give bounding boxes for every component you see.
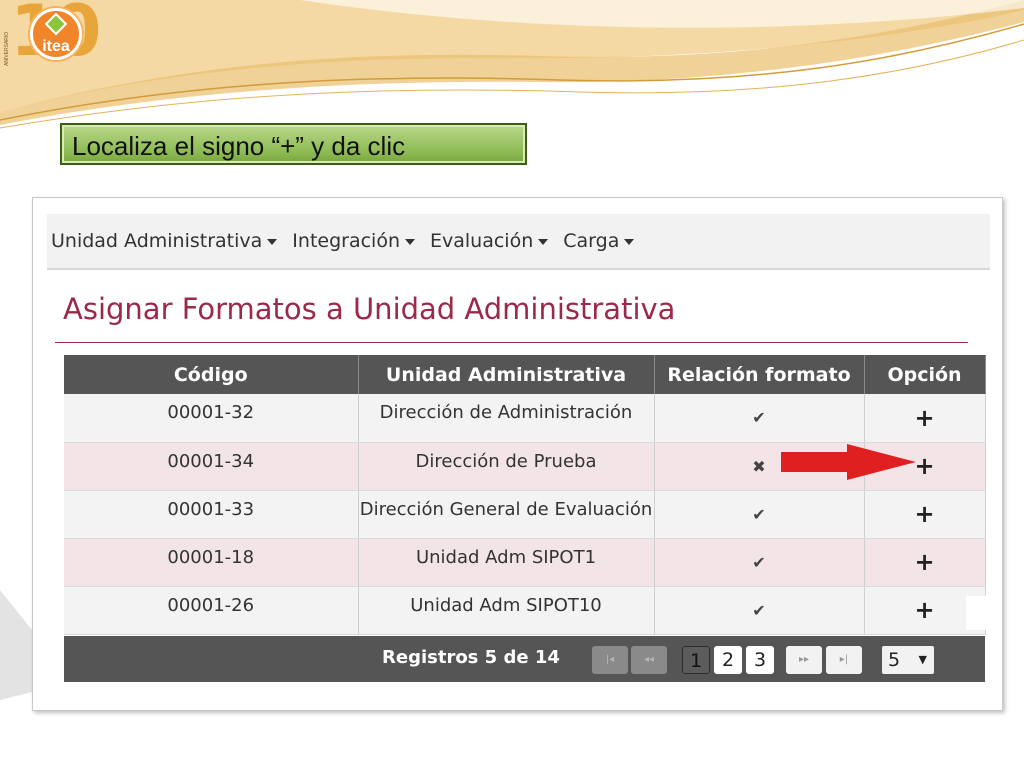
add-format-button[interactable]: + <box>914 404 934 432</box>
cell-unit: Dirección General de Evaluación <box>358 490 655 539</box>
nav-integracion[interactable]: Integración <box>292 230 415 252</box>
cell-unit: Dirección de Prueba <box>358 442 655 491</box>
cell-code: 00001-34 <box>64 442 359 491</box>
table-header-row: Código Unidad Administrativa Relación fo… <box>64 355 986 394</box>
rows-per-page-select[interactable]: 5 ▼ <box>882 646 934 674</box>
cell-unit: Dirección de Administración <box>358 394 655 443</box>
page-3-button[interactable]: 3 <box>746 646 774 674</box>
nav-label: Unidad Administrativa <box>51 230 263 252</box>
nav-label: Carga <box>563 230 620 252</box>
nav-carga[interactable]: Carga <box>563 230 635 252</box>
column-header-relacion[interactable]: Relación formato <box>654 355 865 394</box>
add-format-button[interactable]: + <box>914 500 934 528</box>
add-format-button[interactable]: + <box>914 548 934 576</box>
table-row: 00001-33 Dirección General de Evaluación… <box>64 490 986 539</box>
instruction-label: Localiza el signo “+” y da clic <box>60 123 527 165</box>
nav-evaluacion[interactable]: Evaluación <box>430 230 549 252</box>
caret-down-icon <box>267 238 278 245</box>
check-icon: ✔ <box>752 600 766 620</box>
table-pager: Registros 5 de 14 |◂ ◂◂ 1 2 3 ▸▸ ▸| 5 ▼ <box>64 636 985 682</box>
rows-per-page-value: 5 <box>888 649 901 671</box>
top-navbar: Unidad Administrativa Integración Evalua… <box>47 214 990 270</box>
caret-down-icon <box>624 238 635 245</box>
cross-icon: ✖ <box>752 456 766 476</box>
cell-option: + <box>864 490 986 539</box>
itea-logo: 10 itea ANIVERSARIO <box>4 0 101 66</box>
add-format-button[interactable]: + <box>914 452 934 480</box>
column-header-unidad[interactable]: Unidad Administrativa <box>358 355 655 394</box>
cell-option: + <box>864 538 986 587</box>
last-page-button[interactable]: ▸| <box>826 646 862 674</box>
cell-code: 00001-18 <box>64 538 359 587</box>
cell-relation: ✔ <box>654 490 865 539</box>
page-1-button[interactable]: 1 <box>682 646 710 674</box>
check-icon: ✔ <box>752 552 766 572</box>
cover-patch <box>966 596 986 630</box>
records-count: Registros 5 de 14 <box>382 647 560 668</box>
caret-down-icon <box>405 238 415 245</box>
next-page-button[interactable]: ▸▸ <box>786 646 822 674</box>
table-row: 00001-18 Unidad Adm SIPOT1 ✔ + <box>64 538 986 587</box>
formats-table: Código Unidad Administrativa Relación fo… <box>64 355 986 635</box>
red-arrow-icon <box>781 444 916 480</box>
app-screenshot-panel: Unidad Administrativa Integración Evalua… <box>32 197 1003 711</box>
cell-unit: Unidad Adm SIPOT10 <box>358 586 655 635</box>
check-icon: ✔ <box>752 504 766 524</box>
nav-unidad-administrativa[interactable]: Unidad Administrativa <box>51 230 278 252</box>
check-icon: ✔ <box>752 408 766 428</box>
cell-relation: ✔ <box>654 394 865 443</box>
table-row: 00001-26 Unidad Adm SIPOT10 ✔ + <box>64 586 986 635</box>
column-header-opcion[interactable]: Opción <box>864 355 986 394</box>
title-divider <box>55 342 968 343</box>
dropdown-arrow-icon: ▼ <box>918 653 927 666</box>
first-page-button[interactable]: |◂ <box>592 646 628 674</box>
caret-down-icon <box>538 238 549 245</box>
column-header-codigo[interactable]: Código <box>64 355 359 394</box>
cell-relation: ✔ <box>654 586 865 635</box>
table-row: 00001-32 Dirección de Administración ✔ + <box>64 394 986 443</box>
logo-text: itea <box>42 38 70 55</box>
add-format-button[interactable]: + <box>914 596 934 624</box>
logo-side-text: ANIVERSARIO <box>4 31 10 66</box>
nav-label: Evaluación <box>430 230 534 252</box>
cell-code: 00001-32 <box>64 394 359 443</box>
instruction-text: Localiza el signo “+” y da clic <box>72 131 406 161</box>
cell-unit: Unidad Adm SIPOT1 <box>358 538 655 587</box>
cell-relation: ✔ <box>654 538 865 587</box>
page-title: Asignar Formatos a Unidad Administrativa <box>63 292 676 326</box>
previous-page-button[interactable]: ◂◂ <box>631 646 667 674</box>
page-2-button[interactable]: 2 <box>714 646 742 674</box>
cell-code: 00001-33 <box>64 490 359 539</box>
cell-option: + <box>864 394 986 443</box>
nav-label: Integración <box>292 230 400 252</box>
cell-code: 00001-26 <box>64 586 359 635</box>
